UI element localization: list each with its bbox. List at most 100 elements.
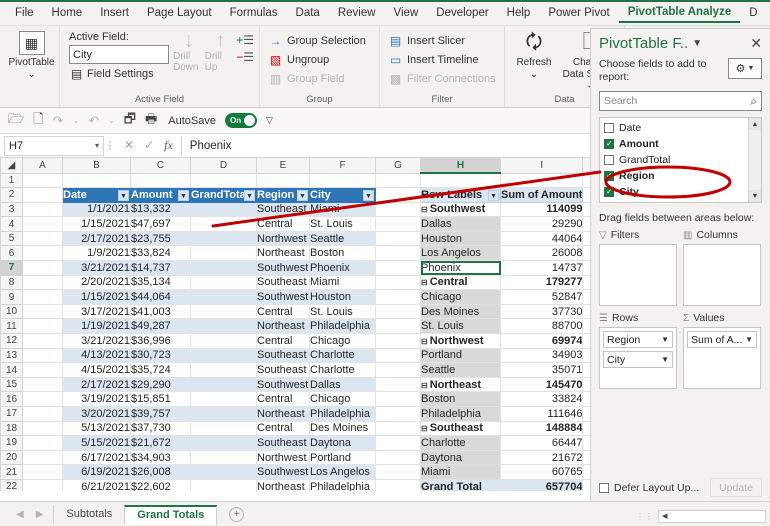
cell-city-7[interactable]: Phoenix: [310, 261, 376, 276]
ribbon-tab-pivottable-analyze[interactable]: PivotTable Analyze: [619, 2, 741, 23]
cell-date-15[interactable]: 2/17/2021: [63, 377, 131, 392]
cell-grandtotal-7[interactable]: [191, 261, 257, 276]
cell-amount-19[interactable]: $21,672: [131, 436, 191, 451]
pivot-label-miami[interactable]: Miami: [421, 465, 501, 480]
table-header-city[interactable]: City ▼: [310, 188, 376, 203]
cell-G2[interactable]: [376, 188, 421, 203]
area-pill-sum-of-amount[interactable]: Sum of A... ▼: [687, 331, 757, 348]
cell-A14[interactable]: [23, 363, 63, 378]
cell-date-10[interactable]: 3/17/2021: [63, 304, 131, 319]
cell-A12[interactable]: [23, 334, 63, 349]
cell-city-19[interactable]: Daytona: [310, 436, 376, 451]
ribbon-tab-formulas[interactable]: Formulas: [221, 3, 287, 23]
cell-E1[interactable]: [257, 173, 310, 188]
name-box-caret-icon[interactable]: ▾: [95, 141, 99, 150]
open-folder-icon[interactable]: 🗁: [8, 110, 24, 132]
row-header-10[interactable]: 10: [1, 304, 23, 319]
cell-grandtotal-13[interactable]: [191, 348, 257, 363]
cell-A4[interactable]: [23, 217, 63, 232]
field-checkbox-region[interactable]: [604, 171, 614, 181]
cell-region-12[interactable]: Central: [257, 334, 310, 349]
cell-region-10[interactable]: Central: [257, 304, 310, 319]
cell-city-15[interactable]: Dallas: [310, 377, 376, 392]
drill-down-button[interactable]: ↓ Drill Down: [173, 29, 205, 73]
pane-close-icon[interactable]: ✕: [750, 35, 762, 52]
pivot-value-dallas[interactable]: 29290: [501, 217, 583, 232]
column-header-C[interactable]: C: [131, 158, 191, 173]
cell-amount-12[interactable]: $36,996: [131, 334, 191, 349]
cell-G5[interactable]: [376, 231, 421, 246]
cell-G18[interactable]: [376, 421, 421, 436]
pivot-value-houston[interactable]: 44064: [501, 231, 583, 246]
row-header-3[interactable]: 3: [1, 202, 23, 217]
group-selection-button[interactable]: → Group Selection: [265, 31, 369, 50]
area-pill-region[interactable]: Region ▼: [603, 331, 673, 348]
pivot-label-dallas[interactable]: Dallas: [421, 217, 501, 232]
ribbon-tab-help[interactable]: Help: [498, 3, 540, 23]
column-header-E[interactable]: E: [257, 158, 310, 173]
pivot-label-northwest[interactable]: ⊟Northwest: [421, 334, 501, 349]
cell-A1[interactable]: [23, 173, 63, 188]
cell-date-5[interactable]: 2/17/2021: [63, 231, 131, 246]
autosave-toggle[interactable]: On: [225, 113, 257, 128]
area-pill-sum-caret-icon[interactable]: ▼: [745, 335, 753, 344]
cell-G3[interactable]: [376, 202, 421, 217]
cell-region-6[interactable]: Northeast: [257, 246, 310, 261]
cell-city-21[interactable]: Los Angelos: [310, 465, 376, 480]
cell-amount-10[interactable]: $41,003: [131, 304, 191, 319]
cell-A21[interactable]: [23, 465, 63, 480]
cell-amount-5[interactable]: $23,755: [131, 231, 191, 246]
pivot-value-grand-total[interactable]: 657704: [501, 479, 583, 491]
cell-region-19[interactable]: Southeast: [257, 436, 310, 451]
cell-date-3[interactable]: 1/1/2021: [63, 202, 131, 217]
cell-G6[interactable]: [376, 246, 421, 261]
cell-grandtotal-12[interactable]: [191, 334, 257, 349]
cell-A18[interactable]: [23, 421, 63, 436]
ribbon-tab-review[interactable]: Review: [329, 3, 385, 23]
cell-G22[interactable]: [376, 479, 421, 491]
pane-menu-caret-icon[interactable]: ▼: [692, 38, 702, 49]
pivot-label-phoenix[interactable]: Phoenix: [421, 261, 501, 276]
cell-grandtotal-18[interactable]: [191, 421, 257, 436]
pivot-value-daytona[interactable]: 21672: [501, 450, 583, 465]
cell-date-8[interactable]: 2/20/2021: [63, 275, 131, 290]
cell-G7[interactable]: [376, 261, 421, 276]
pivot-label-southeast[interactable]: ⊟Southeast: [421, 421, 501, 436]
cell-A20[interactable]: [23, 450, 63, 465]
pivot-value-miami[interactable]: 60765: [501, 465, 583, 480]
ribbon-tab-data[interactable]: Data: [287, 3, 329, 23]
row-header-21[interactable]: 21: [1, 465, 23, 480]
cell-city-22[interactable]: Philadelphia: [310, 479, 376, 491]
filter-dropdown-grandtotal-icon[interactable]: ▼: [244, 190, 255, 201]
cell-date-14[interactable]: 4/15/2021: [63, 363, 131, 378]
pivot-collapse-icon[interactable]: ⊟: [421, 337, 428, 346]
area-columns-box[interactable]: [683, 244, 761, 306]
insert-timeline-button[interactable]: ▭ Insert Timeline: [385, 50, 482, 69]
pivot-value-chicago[interactable]: 52847: [501, 290, 583, 305]
cell-grandtotal-19[interactable]: [191, 436, 257, 451]
cell-amount-22[interactable]: $22,602: [131, 479, 191, 491]
cell-city-9[interactable]: Houston: [310, 290, 376, 305]
cell-city-3[interactable]: Miami: [310, 202, 376, 217]
row-header-8[interactable]: 8: [1, 275, 23, 290]
area-columns[interactable]: ▥ Columns: [683, 229, 761, 306]
pivot-value-seattle[interactable]: 35071: [501, 363, 583, 378]
cell-G16[interactable]: [376, 392, 421, 407]
cell-grandtotal-15[interactable]: [191, 377, 257, 392]
pivot-value-boston[interactable]: 33824: [501, 392, 583, 407]
cell-region-20[interactable]: Northwest: [257, 450, 310, 465]
pivot-header-sum-of-amount[interactable]: Sum of Amount: [501, 188, 583, 203]
pivot-value-philadelphia[interactable]: 111646: [501, 407, 583, 422]
pivot-label-philadelphia[interactable]: Philadelphia: [421, 407, 501, 422]
cell-region-21[interactable]: Southwest: [257, 465, 310, 480]
cell-A8[interactable]: [23, 275, 63, 290]
cell-date-18[interactable]: 5/13/2021: [63, 421, 131, 436]
cell-amount-8[interactable]: $35,134: [131, 275, 191, 290]
cell-region-5[interactable]: Northwest: [257, 231, 310, 246]
cell-grandtotal-6[interactable]: [191, 246, 257, 261]
row-header-6[interactable]: 6: [1, 246, 23, 261]
cell-region-15[interactable]: Southwest: [257, 377, 310, 392]
row-header-14[interactable]: 14: [1, 363, 23, 378]
cell-region-11[interactable]: Northeast: [257, 319, 310, 334]
cell-city-6[interactable]: Boston: [310, 246, 376, 261]
